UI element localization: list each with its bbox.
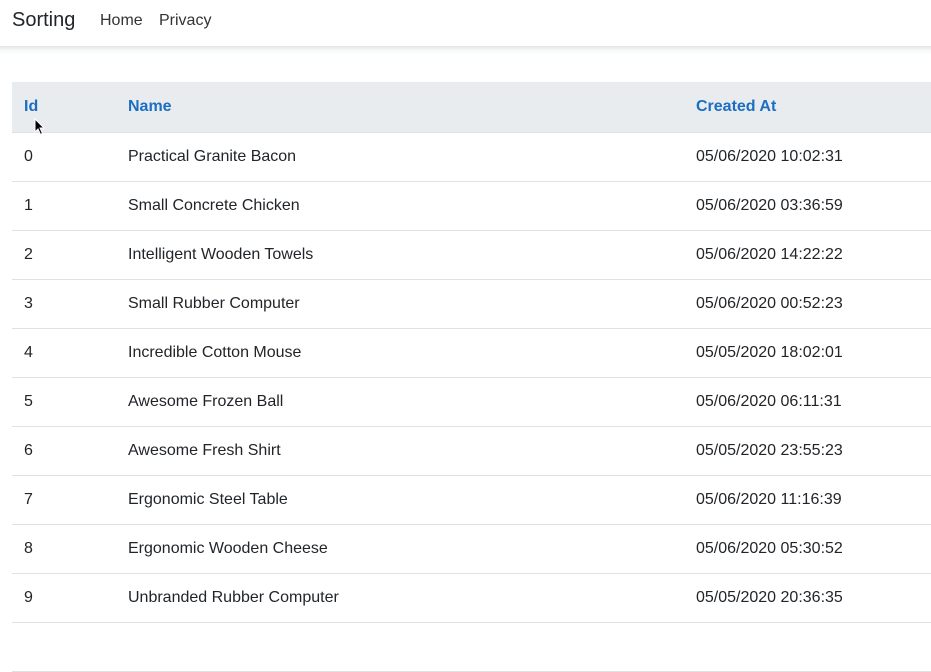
table-row: 8 Ergonomic Wooden Cheese 05/06/2020 05:… [12, 524, 931, 574]
cell-name: Ergonomic Steel Table [116, 475, 684, 525]
cell-name: Small Rubber Computer [116, 279, 684, 329]
cell-created-at: 05/05/2020 18:02:01 [684, 328, 931, 378]
cell-created-at: 05/06/2020 06:11:31 [684, 377, 931, 427]
data-table-container: Id Name Created At 0 Practical Granite B… [12, 82, 931, 672]
cell-id: 4 [12, 328, 116, 378]
cell-id: 1 [12, 181, 116, 231]
cell-name: Intelligent Wooden Towels [116, 230, 684, 280]
sort-by-name-link[interactable]: Name [128, 98, 172, 115]
table-body: 0 Practical Granite Bacon 05/06/2020 10:… [12, 132, 931, 672]
sort-by-id-link[interactable]: Id [24, 98, 38, 115]
table-row: 3 Small Rubber Computer 05/06/2020 00:52… [12, 279, 931, 329]
table-row: 4 Incredible Cotton Mouse 05/05/2020 18:… [12, 328, 931, 378]
cell-name: Ergonomic Wooden Cheese [116, 524, 684, 574]
cell-id: 8 [12, 524, 116, 574]
cell-id: 0 [12, 132, 116, 182]
table-row: 0 Practical Granite Bacon 05/06/2020 10:… [12, 132, 931, 182]
data-table: Id Name Created At 0 Practical Granite B… [12, 82, 931, 672]
cell-id: 7 [12, 475, 116, 525]
table-row: 9 Unbranded Rubber Computer 05/05/2020 2… [12, 573, 931, 623]
cell-created-at: 05/06/2020 00:52:23 [684, 279, 931, 329]
cell-name: Practical Granite Bacon [116, 132, 684, 182]
cell-created-at: 05/06/2020 11:16:39 [684, 475, 931, 525]
cell-created-at: 05/06/2020 14:22:22 [684, 230, 931, 280]
column-header-id: Id [12, 82, 116, 133]
column-header-created-at: Created At [684, 82, 931, 133]
cell-id [12, 622, 116, 672]
table-row: 2 Intelligent Wooden Towels 05/06/2020 1… [12, 230, 931, 280]
cell-id: 6 [12, 426, 116, 476]
cell-id: 5 [12, 377, 116, 427]
navbar-shadow [0, 46, 931, 55]
table-row: 5 Awesome Frozen Ball 05/06/2020 06:11:3… [12, 377, 931, 427]
cell-created-at [684, 622, 931, 672]
cell-id: 9 [12, 573, 116, 623]
cell-name: Unbranded Rubber Computer [116, 573, 684, 623]
top-navbar: Sorting Home Privacy [0, 0, 931, 46]
table-header: Id Name Created At [12, 82, 931, 133]
cell-name: Small Concrete Chicken [116, 181, 684, 231]
navbar-brand[interactable]: Sorting [12, 9, 75, 32]
column-header-name: Name [116, 82, 684, 133]
cell-id: 3 [12, 279, 116, 329]
cell-name: Awesome Fresh Shirt [116, 426, 684, 476]
cell-created-at: 05/06/2020 03:36:59 [684, 181, 931, 231]
cell-name [116, 622, 684, 672]
cell-created-at: 05/05/2020 23:55:23 [684, 426, 931, 476]
cell-created-at: 05/05/2020 20:36:35 [684, 573, 931, 623]
cell-created-at: 05/06/2020 10:02:31 [684, 132, 931, 182]
table-row: 6 Awesome Fresh Shirt 05/05/2020 23:55:2… [12, 426, 931, 476]
table-row: 1 Small Concrete Chicken 05/06/2020 03:3… [12, 181, 931, 231]
nav-link-privacy[interactable]: Privacy [159, 12, 211, 30]
cell-name: Incredible Cotton Mouse [116, 328, 684, 378]
sort-by-created-at-link[interactable]: Created At [696, 98, 776, 115]
table-row: 7 Ergonomic Steel Table 05/06/2020 11:16… [12, 475, 931, 525]
table-row [12, 622, 931, 672]
nav-link-home[interactable]: Home [100, 12, 143, 30]
cell-name: Awesome Frozen Ball [116, 377, 684, 427]
table-header-row: Id Name Created At [12, 82, 931, 133]
cell-id: 2 [12, 230, 116, 280]
cell-created-at: 05/06/2020 05:30:52 [684, 524, 931, 574]
